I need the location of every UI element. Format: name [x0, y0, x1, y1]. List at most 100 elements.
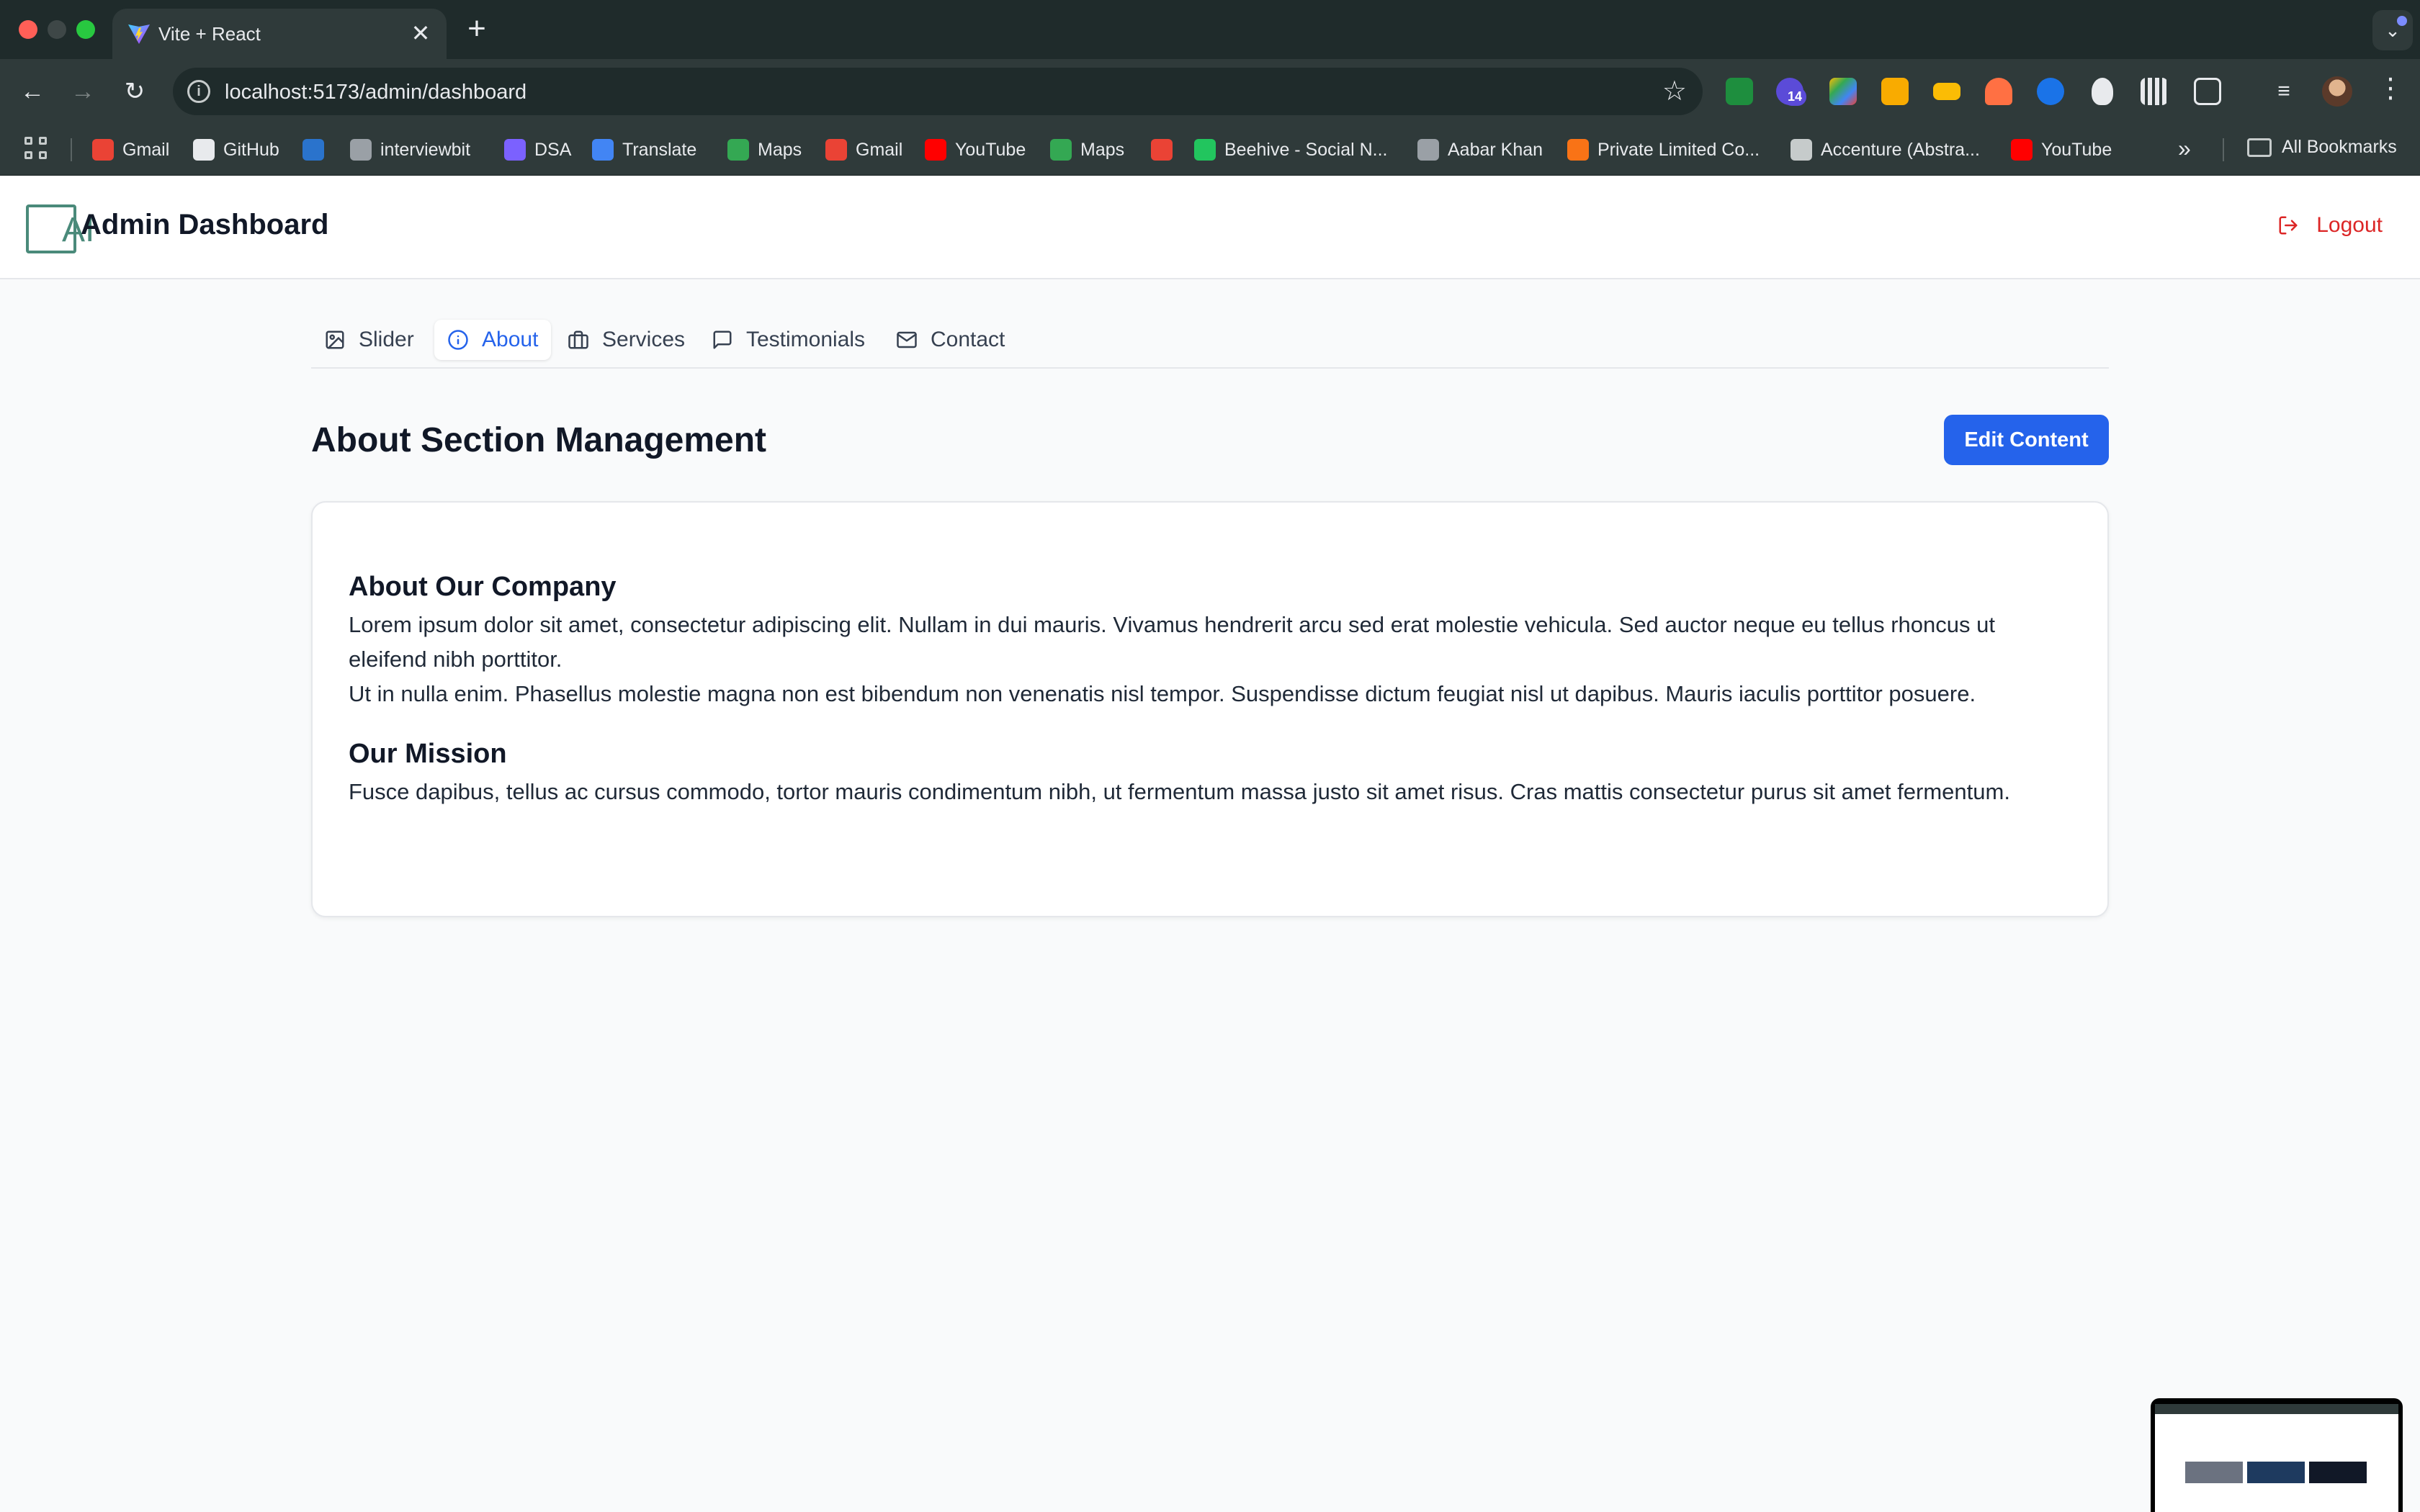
- more-bookmarks-chevron-icon[interactable]: »: [2178, 135, 2191, 162]
- bookmark-item[interactable]: GitHub: [193, 137, 279, 163]
- forward-arrow-icon[interactable]: →: [65, 73, 101, 109]
- folder-icon: [2247, 138, 2272, 157]
- bookmark-label: Accenture (Abstra...: [1821, 139, 1980, 160]
- bookmark-label: Gmail: [856, 139, 903, 160]
- app-title: Admin Dashboard: [81, 209, 329, 240]
- bookmark-item[interactable]: Aabar Khan: [1417, 137, 1543, 163]
- close-tab-icon[interactable]: ✕: [406, 19, 435, 48]
- bookmark-label: Beehive - Social N...: [1224, 139, 1388, 160]
- tab-slider[interactable]: Slider: [311, 320, 427, 360]
- mission-heading: Our Mission: [349, 739, 507, 769]
- bookmark-item[interactable]: Maps: [727, 137, 802, 163]
- bookmark-label: Translate: [622, 139, 697, 160]
- tab-label: Slider: [359, 328, 414, 351]
- back-arrow-icon[interactable]: ←: [14, 73, 50, 109]
- mail-icon: [897, 331, 917, 348]
- close-window-button[interactable]: [19, 20, 37, 39]
- gmail-icon: [92, 139, 114, 161]
- bookmark-item[interactable]: Maps: [1050, 137, 1124, 163]
- tab-about[interactable]: About: [434, 320, 552, 360]
- bookmarks-divider: [2223, 138, 2224, 161]
- bookmark-item[interactable]: Translate: [592, 137, 696, 163]
- thumbnail-image: [2247, 1462, 2305, 1483]
- company-paragraph-1: Lorem ipsum dolor sit amet, consectetur …: [349, 612, 1995, 672]
- bookmark-label: GitHub: [223, 139, 279, 160]
- address-bar[interactable]: i localhost:5173/admin/dashboard ☆: [173, 68, 1703, 115]
- browser-menu-icon[interactable]: ⋮: [2377, 72, 2404, 104]
- timer-extension-icon[interactable]: [1881, 78, 1909, 105]
- drop-extension-icon[interactable]: [2037, 78, 2064, 105]
- minimize-window-button[interactable]: [48, 20, 66, 39]
- logout-icon: [2279, 216, 2298, 235]
- bookmark-item[interactable]: Beehive - Social N...: [1194, 137, 1388, 163]
- notification-dot: [2397, 16, 2407, 26]
- browser-tab[interactable]: Vite + React ✕: [112, 9, 447, 59]
- thumbnail-page: [2155, 1404, 2398, 1512]
- qr-extension-icon[interactable]: [2141, 78, 2168, 105]
- bookmarks-bar: Gmail GitHub interviewbit DSA Translate Maps G…: [0, 124, 2420, 176]
- tab-label: Testimonials: [746, 328, 866, 351]
- gmail-icon: [825, 139, 847, 161]
- interviewbit-icon: [350, 139, 372, 161]
- bookmark-item[interactable]: Gmail: [825, 137, 902, 163]
- shield-extension-icon[interactable]: [2092, 78, 2113, 105]
- youtube-icon: [2011, 139, 2033, 161]
- thumbnail-toolbar: [2155, 1404, 2398, 1414]
- bookmarks-divider: [71, 138, 72, 161]
- site-info-icon[interactable]: i: [187, 80, 210, 103]
- logo[interactable]: AI: [26, 204, 94, 253]
- apps-grid-icon[interactable]: [24, 137, 50, 163]
- globe-icon: [1791, 139, 1812, 161]
- tab-title: Vite + React: [158, 23, 261, 45]
- translate-icon: [592, 139, 614, 161]
- fox-extension-icon[interactable]: [1985, 78, 2012, 105]
- logout-button[interactable]: Logout: [2277, 213, 2383, 238]
- sheets-extension-icon[interactable]: [1726, 78, 1753, 105]
- bookmark-label: YouTube: [2041, 139, 2112, 160]
- bookmark-item[interactable]: YouTube: [2011, 137, 2112, 163]
- reading-list-icon[interactable]: ≡: [2266, 73, 2302, 109]
- thumbnail-image: [2185, 1462, 2243, 1483]
- mission-paragraph: Fusce dapibus, tellus ac cursus commodo,…: [349, 779, 2010, 804]
- bookmark-item[interactable]: Accenture (Abstra...: [1791, 137, 1980, 163]
- briefcase-icon: [568, 330, 588, 349]
- bookmark-item[interactable]: DSA: [504, 137, 571, 163]
- tab-label: Services: [602, 328, 686, 351]
- bookmark-label: Gmail: [122, 139, 170, 160]
- bookmark-item[interactable]: interviewbit: [350, 137, 470, 163]
- bookmark-item[interactable]: YouTube: [925, 137, 1026, 163]
- color-picker-extension-icon[interactable]: [1829, 78, 1857, 105]
- all-bookmarks-label: All Bookmarks: [2282, 137, 2397, 157]
- wallet-extension-icon[interactable]: [1933, 83, 1960, 100]
- tab-contact[interactable]: Contact: [883, 320, 1018, 360]
- info-icon: [448, 330, 468, 350]
- thumbnail-image: [2309, 1462, 2367, 1483]
- reload-icon[interactable]: ↻: [117, 73, 153, 109]
- app-header: AI Admin Dashboard Logout: [0, 176, 2420, 279]
- edit-content-button[interactable]: Edit Content: [1944, 415, 2109, 465]
- image-icon: [326, 330, 344, 349]
- tab-label: About: [482, 328, 539, 351]
- bookmark-item[interactable]: [302, 137, 333, 163]
- maximize-window-button[interactable]: [76, 20, 95, 39]
- page-viewport: AI Admin Dashboard Logout Slider About S…: [0, 176, 2420, 1512]
- url-text[interactable]: localhost:5173/admin/dashboard: [225, 81, 526, 104]
- profile-avatar[interactable]: [2322, 76, 2352, 107]
- all-bookmarks-button[interactable]: All Bookmarks: [2247, 137, 2397, 158]
- bookmark-item[interactable]: Private Limited Co...: [1567, 137, 1760, 163]
- coursera-icon: [302, 139, 324, 161]
- tab-testimonials[interactable]: Testimonials: [699, 320, 878, 360]
- bookmark-star-icon[interactable]: ☆: [1662, 75, 1687, 107]
- new-tab-button[interactable]: +: [461, 13, 493, 45]
- puzzle-extensions-icon[interactable]: [2194, 78, 2221, 105]
- github-icon: [193, 139, 215, 161]
- company-heading: About Our Company: [349, 572, 617, 602]
- company-paragraph-2: Ut in nulla enim. Phasellus molestie mag…: [349, 681, 1976, 706]
- tab-search-button[interactable]: ⌄: [2372, 10, 2413, 50]
- company-icon: [1567, 139, 1589, 161]
- tab-services[interactable]: Services: [555, 320, 698, 360]
- bookmark-label: interviewbit: [380, 139, 471, 160]
- screen-preview-thumbnail[interactable]: [2151, 1398, 2403, 1512]
- bookmark-item[interactable]: Gmail: [92, 137, 169, 163]
- bookmark-item[interactable]: [1151, 137, 1181, 163]
